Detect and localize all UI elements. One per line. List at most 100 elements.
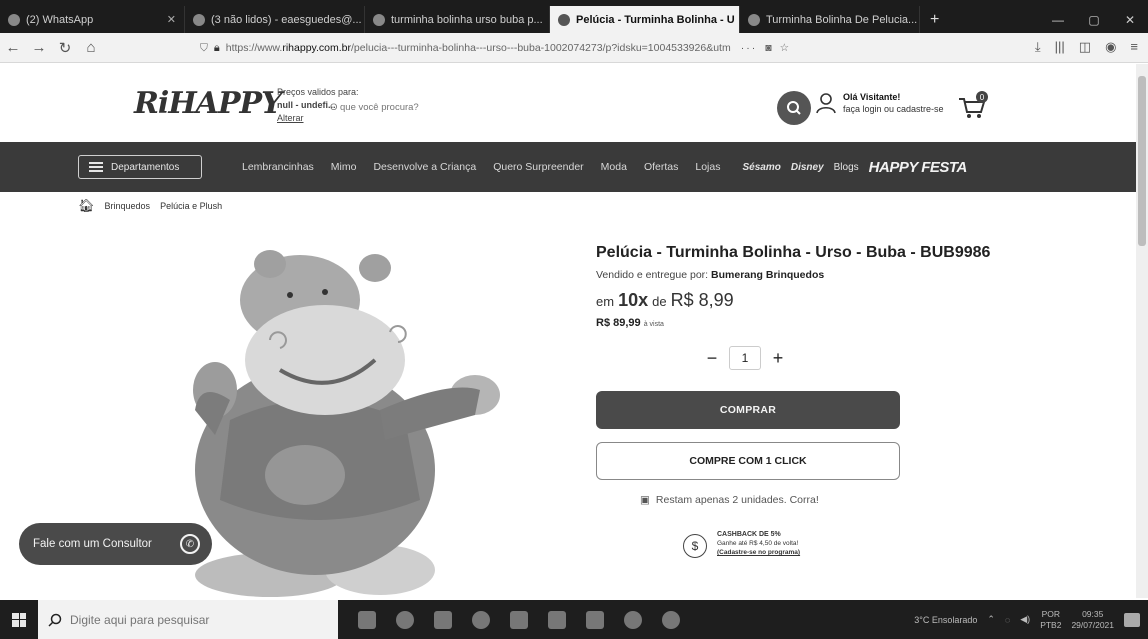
buy-button[interactable]: COMPRAR	[596, 391, 900, 429]
seller-name[interactable]: Bumerang Brinquedos	[711, 269, 824, 281]
mail-icon[interactable]	[434, 610, 452, 629]
minimize-icon[interactable]: —	[1040, 13, 1076, 27]
page-actions-icon[interactable]: ···	[741, 42, 758, 54]
user-login[interactable]: Olá Visitante! faça login ou cadastre-se	[815, 91, 944, 115]
page-scrollbar[interactable]	[1136, 64, 1148, 598]
cart-count: 0	[980, 93, 985, 102]
bookmark-star-icon[interactable]: ☆	[780, 42, 789, 54]
home-icon[interactable]: ⌂	[78, 39, 104, 56]
tray-overflow-icon[interactable]: ⌃	[987, 614, 995, 625]
task-view-icon[interactable]	[358, 610, 376, 629]
edge-icon[interactable]	[472, 610, 490, 629]
main-menu: Lembrancinhas Mimo Desenvolve a Criança …	[242, 161, 720, 173]
brand-blogs[interactable]: Blogs	[834, 162, 859, 173]
tab-label: (2) WhatsApp	[26, 13, 94, 26]
forward-icon[interactable]: →	[26, 39, 52, 56]
notifications-icon[interactable]	[1124, 612, 1140, 627]
taskbar-apps	[358, 610, 680, 629]
taskbar-search[interactable]	[38, 600, 338, 639]
maximize-icon[interactable]: ▢	[1076, 13, 1112, 27]
firefox-icon[interactable]	[662, 610, 680, 629]
close-window-icon[interactable]: ✕	[1112, 13, 1148, 27]
account-icon[interactable]: ◉	[1105, 39, 1116, 55]
breadcrumb-item[interactable]: Brinquedos	[105, 201, 151, 211]
menu-item-moda[interactable]: Moda	[601, 161, 627, 173]
close-icon[interactable]: ✕	[167, 13, 176, 26]
departments-label: Departamentos	[111, 161, 180, 173]
cashback-signup-link[interactable]: (Cadastre-se no programa)	[717, 549, 800, 556]
weather-widget[interactable]: 3°C Ensolarado	[914, 615, 977, 625]
language-indicator[interactable]: POR PTB2	[1040, 609, 1061, 631]
back-icon[interactable]: ←	[0, 39, 26, 56]
tab-google-search[interactable]: turminha bolinha urso buba p... ✕	[365, 6, 550, 33]
whatsapp-icon	[8, 13, 20, 26]
google-icon	[373, 13, 385, 26]
chrome-icon[interactable]	[396, 610, 414, 629]
quantity-field[interactable]: 1	[729, 346, 761, 370]
search-input[interactable]	[330, 96, 760, 118]
library-icon[interactable]: |||	[1055, 39, 1065, 55]
tab-label: turminha bolinha urso buba p...	[391, 13, 543, 26]
site-icon	[558, 13, 570, 26]
user-icon	[816, 93, 836, 114]
seller-info: Vendido e entregue por: Bumerang Brinque…	[596, 269, 824, 281]
menu-item-desenvolve[interactable]: Desenvolve a Criança	[373, 161, 476, 173]
clock[interactable]: 09:35 29/07/2021	[1071, 609, 1114, 631]
site-logo[interactable]: RiHAPPY	[134, 86, 282, 121]
product-title: Pelúcia - Turminha Bolinha - Urso - Buba…	[596, 244, 991, 261]
download-icon[interactable]: ⤓	[1035, 39, 1041, 55]
seller-label: Vendido e entregue por:	[596, 269, 709, 281]
one-click-buy-button[interactable]: COMPRE COM 1 CLICK	[596, 442, 900, 480]
excel-icon[interactable]	[548, 610, 566, 629]
cashback-info: $ CASHBACK DE 5% Ganhe até R$ 4,50 de vo…	[683, 530, 800, 558]
installment-price: em 10x de R$ 8,99	[596, 290, 734, 311]
tab-whatsapp[interactable]: (2) WhatsApp ✕	[0, 6, 185, 33]
search-icon	[787, 101, 801, 115]
menu-icon[interactable]: ≡	[1130, 39, 1138, 55]
scrollbar-thumb[interactable]	[1138, 76, 1146, 246]
url-bar[interactable]: ⛉ 🔒︎ https://www.rihappy.com.br/pelucia-…	[200, 36, 900, 60]
system-tray: 3°C Ensolarado ⌃ ◌ ◀) POR PTB2 09:35 29/07…	[914, 609, 1148, 631]
menu-item-mimo[interactable]: Mimo	[331, 161, 357, 173]
decrease-quantity-button[interactable]: −	[705, 348, 719, 369]
cart-button[interactable]: 0	[956, 90, 988, 122]
stock-warning: ▣ Restam apenas 2 unidades. Corra!	[640, 494, 819, 506]
tab-mail[interactable]: (3 não lidos) - eaesguedes@... ✕	[185, 6, 365, 33]
menu-item-lojas[interactable]: Lojas	[695, 161, 720, 173]
reload-icon[interactable]: ↻	[52, 39, 78, 57]
brand-disney[interactable]: Disney	[791, 162, 824, 173]
chat-consultant-button[interactable]: Fale com um Consultor ✆	[19, 523, 212, 565]
breadcrumb-item[interactable]: Pelúcia e Plush	[160, 201, 222, 211]
menu-item-quero-surpreender[interactable]: Quero Surpreender	[493, 161, 583, 173]
lock-icon: 🔒︎	[213, 41, 220, 54]
new-tab-button[interactable]: +	[920, 6, 949, 33]
departments-button[interactable]: Departamentos	[78, 155, 202, 179]
cashback-icon: $	[683, 534, 707, 558]
toolbar-right: ⤓ ||| ◫ ◉ ≡	[1035, 39, 1138, 55]
brand-sesamo[interactable]: Sésamo	[742, 162, 780, 173]
search-icon	[48, 613, 62, 627]
inst-de: de	[652, 294, 667, 309]
login-link[interactable]: faça login ou cadastre-se	[843, 104, 944, 114]
menu-item-ofertas[interactable]: Ofertas	[644, 161, 678, 173]
store-icon[interactable]	[510, 610, 528, 629]
pocket-icon[interactable]: ◙	[765, 42, 771, 54]
taskbar: 3°C Ensolarado ⌃ ◌ ◀) PORPTB2 09:3529/07…	[0, 600, 1148, 639]
menu-item-lembrancinhas[interactable]: Lembrancinhas	[242, 161, 314, 173]
site-icon	[748, 13, 760, 26]
taskbar-search-input[interactable]	[70, 612, 320, 627]
breadcrumb: 🏠︎ Brinquedos Pelúcia e Plush	[78, 198, 222, 214]
home-icon[interactable]: 🏠︎	[78, 198, 95, 214]
publisher-icon[interactable]	[586, 610, 604, 629]
volume-icon[interactable]: ◀)	[1020, 614, 1030, 625]
network-icon[interactable]: ◌	[1005, 615, 1010, 625]
tab-label: Turminha Bolinha De Pelucia...	[766, 13, 918, 26]
start-button[interactable]	[0, 612, 38, 627]
tab-other-product[interactable]: Turminha Bolinha De Pelucia... ✕	[740, 6, 920, 33]
tab-product[interactable]: Pelúcia - Turminha Bolinha - U ✕	[550, 6, 740, 33]
brand-happy-festa[interactable]: HAPPY FESTA	[869, 159, 968, 176]
search-button[interactable]	[777, 91, 811, 125]
app-icon[interactable]	[624, 610, 642, 629]
sidebar-icon[interactable]: ◫	[1079, 39, 1091, 55]
increase-quantity-button[interactable]: +	[771, 348, 785, 369]
